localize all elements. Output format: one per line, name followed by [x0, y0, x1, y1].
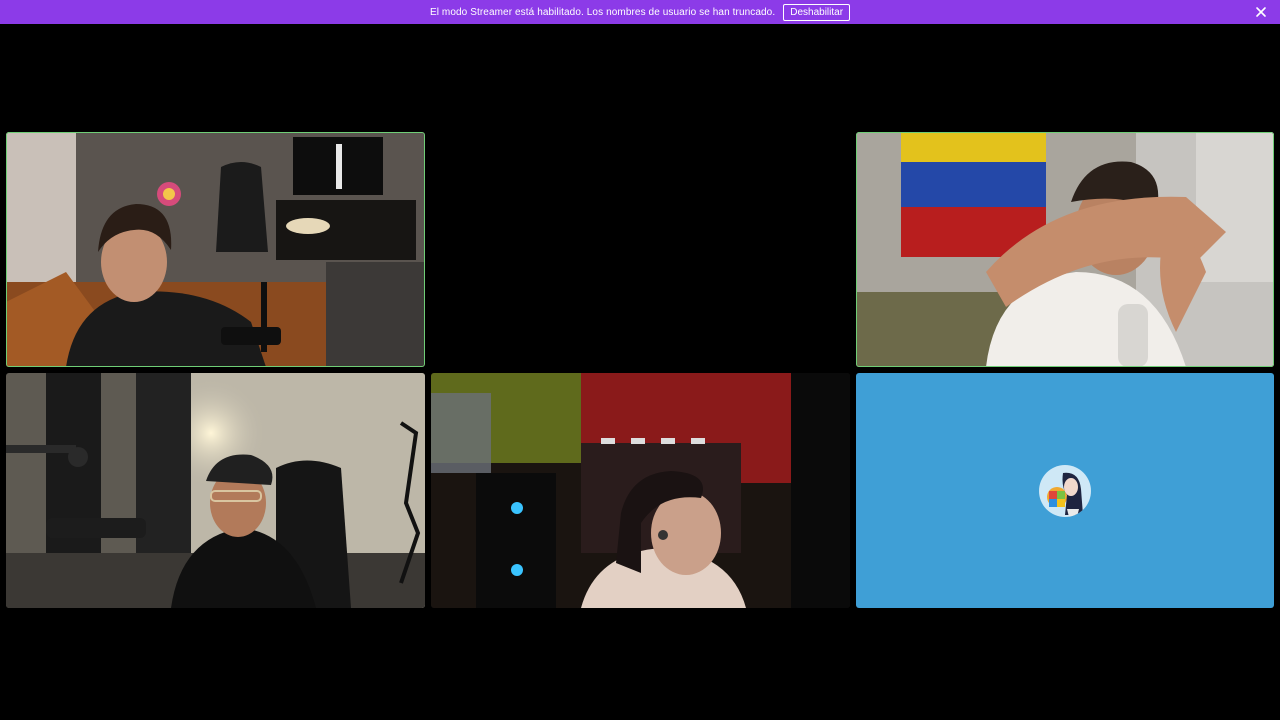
video-call-stage: [0, 24, 1280, 720]
participant-video-feed: [6, 373, 425, 608]
participant-video-tile[interactable]: [6, 373, 425, 608]
participant-video-tile[interactable]: [6, 132, 425, 367]
participant-video-tile[interactable]: [431, 373, 850, 608]
close-icon[interactable]: [1254, 5, 1268, 19]
participant-video-feed: [431, 373, 850, 608]
participant-video-feed: [856, 132, 1274, 367]
participant-video-feed: [6, 132, 425, 367]
avatar: [1039, 464, 1091, 517]
streamer-mode-message: El modo Streamer está habilitado. Los no…: [429, 6, 776, 18]
streamer-mode-banner: El modo Streamer está habilitado. Los no…: [0, 0, 1280, 24]
disable-streamer-mode-button[interactable]: Deshabilitar: [783, 3, 851, 21]
participant-avatar-tile[interactable]: [856, 373, 1274, 608]
participant-video-tile[interactable]: [856, 132, 1274, 367]
